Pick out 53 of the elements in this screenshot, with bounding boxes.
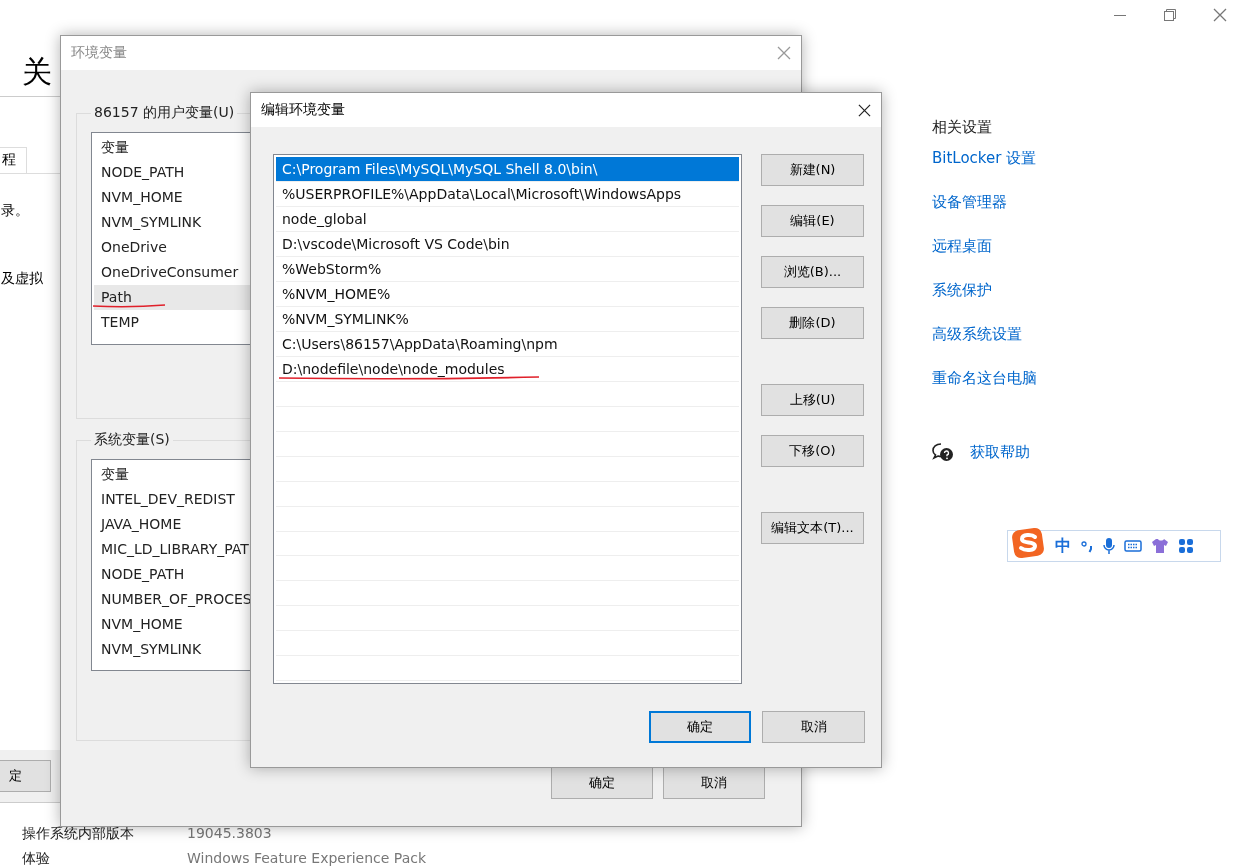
section-heading: 相关设置 bbox=[932, 118, 993, 137]
action-button[interactable]: 编辑(E) bbox=[761, 205, 864, 237]
settings-link[interactable]: BitLocker 设置 bbox=[932, 149, 1037, 168]
window-title: 环境变量 bbox=[71, 44, 127, 62]
ok-button[interactable]: 定 bbox=[0, 760, 51, 792]
column-header: 变量 bbox=[100, 465, 130, 484]
punctuation-icon[interactable] bbox=[1080, 539, 1094, 553]
close-icon[interactable] bbox=[858, 103, 871, 117]
settings-link[interactable]: 设备管理器 bbox=[932, 193, 1007, 212]
window-title: 编辑环境变量 bbox=[261, 101, 345, 119]
info-value: 19045.3803 bbox=[187, 824, 272, 842]
action-button[interactable]: 删除(D) bbox=[761, 307, 864, 339]
path-entry[interactable]: %NVM_SYMLINK% bbox=[276, 307, 739, 332]
keyboard-icon[interactable] bbox=[1124, 539, 1142, 553]
ok-button[interactable]: 确定 bbox=[649, 711, 751, 743]
path-entry[interactable]: C:\Program Files\MySQL\MySQL Shell 8.0\bin\ bbox=[276, 157, 739, 182]
tab[interactable]: 程 bbox=[0, 147, 27, 173]
restore-icon[interactable] bbox=[1163, 8, 1177, 22]
path-entry[interactable]: D:\vscode\Microsoft VS Code\bin bbox=[276, 232, 739, 257]
ime-logo-icon[interactable] bbox=[1010, 526, 1046, 560]
info-label: 体验 bbox=[22, 849, 51, 867]
action-button[interactable]: 上移(U) bbox=[761, 384, 864, 416]
apps-grid-icon[interactable] bbox=[1178, 538, 1194, 554]
path-entry[interactable]: node_global bbox=[276, 207, 739, 232]
description-text: 及虚拟 bbox=[0, 270, 44, 288]
settings-link[interactable]: 重命名这台电脑 bbox=[932, 369, 1037, 388]
path-entry[interactable]: C:\Users\86157\AppData\Roaming\npm bbox=[276, 332, 739, 357]
ok-button[interactable]: 确定 bbox=[551, 767, 653, 799]
settings-link[interactable]: 系统保护 bbox=[932, 281, 992, 300]
action-button[interactable]: 编辑文本(T)... bbox=[761, 512, 864, 544]
group-label: 86157 的用户变量(U) bbox=[93, 104, 236, 122]
info-label: 操作系统内部版本 bbox=[22, 824, 135, 842]
cancel-button[interactable]: 取消 bbox=[762, 711, 865, 743]
path-entry[interactable]: %WebStorm% bbox=[276, 257, 739, 282]
action-button[interactable]: 浏览(B)... bbox=[761, 256, 864, 288]
action-button[interactable]: 新建(N) bbox=[761, 154, 864, 186]
input-mode-toggle[interactable]: 中 bbox=[1055, 535, 1071, 557]
group-label: 系统变量(S) bbox=[93, 431, 171, 449]
cancel-button[interactable]: 取消 bbox=[663, 767, 765, 799]
action-button[interactable]: 下移(O) bbox=[761, 435, 864, 467]
path-entry[interactable]: %NVM_HOME% bbox=[276, 282, 739, 307]
settings-link[interactable]: 高级系统设置 bbox=[932, 325, 1022, 344]
path-entry[interactable]: D:\nodefile\node\node_modules bbox=[276, 357, 739, 382]
microphone-icon[interactable] bbox=[1103, 537, 1115, 555]
column-header: 变量 bbox=[100, 138, 130, 157]
page-title: 关 bbox=[22, 56, 53, 88]
description-text: 录。 bbox=[0, 202, 30, 220]
shirt-icon[interactable] bbox=[1151, 538, 1169, 554]
help-link[interactable]: 获取帮助 bbox=[970, 443, 1030, 462]
info-value: Windows Feature Experience Pack bbox=[187, 849, 427, 867]
help-chat-icon bbox=[932, 443, 954, 463]
settings-link[interactable]: 远程桌面 bbox=[932, 237, 992, 256]
path-entry[interactable]: %USERPROFILE%\AppData\Local\Microsoft\WindowsApps bbox=[276, 182, 739, 207]
